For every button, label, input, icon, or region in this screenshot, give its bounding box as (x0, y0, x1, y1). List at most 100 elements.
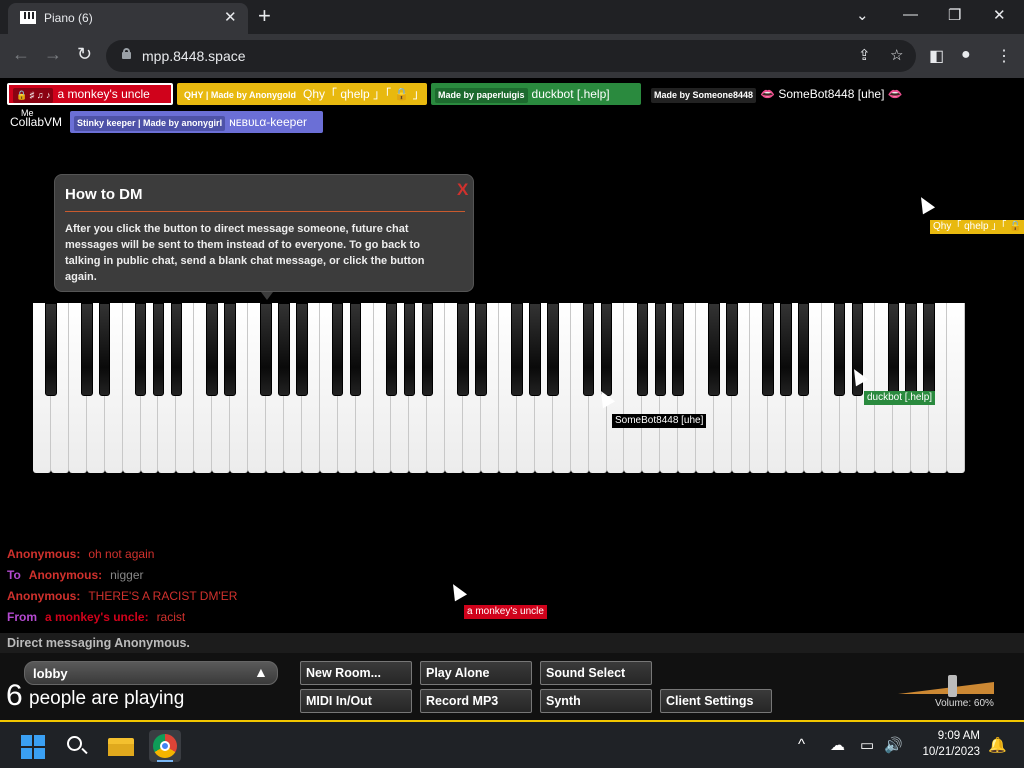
profile-icon[interactable]: ● (961, 46, 971, 64)
menu-icon[interactable]: ⋮ (996, 46, 1012, 66)
client-settings-button[interactable]: Client Settings (660, 689, 772, 713)
black-key[interactable] (260, 303, 272, 396)
black-key[interactable] (636, 303, 649, 396)
tab-search-icon[interactable]: ⌄ (856, 6, 869, 24)
lips-icon: 👄 (887, 87, 903, 101)
black-key[interactable] (349, 303, 362, 396)
black-key[interactable] (170, 303, 183, 396)
chat-text: racist (156, 610, 186, 624)
network-icon[interactable]: ▭ (860, 736, 874, 754)
black-key[interactable] (457, 303, 469, 396)
player-somebot[interactable]: Made by Someone8448 👄 SomeBot8448 [uhe] 👄 (647, 83, 917, 105)
speaker-icon[interactable]: 🔊 (884, 736, 903, 754)
black-key[interactable] (45, 303, 57, 396)
chat-name[interactable]: Anonymous: (7, 589, 80, 603)
chat-name[interactable]: Anonymous: (29, 568, 102, 582)
black-key[interactable] (529, 303, 541, 396)
expand-up-icon[interactable]: ▲ (254, 664, 268, 680)
reload-icon[interactable]: ↻ (77, 44, 92, 65)
synth-button[interactable]: Synth (540, 689, 652, 713)
cursor-arrow-icon (446, 580, 468, 602)
black-key[interactable] (152, 303, 165, 396)
black-key[interactable] (708, 303, 720, 396)
black-key[interactable] (206, 303, 218, 396)
tab-close-icon[interactable]: ✕ (224, 8, 237, 26)
black-key[interactable] (278, 303, 290, 396)
file-explorer-icon[interactable] (105, 730, 137, 762)
black-key[interactable] (600, 303, 613, 396)
browser-tab-bar: Piano (6) ✕ + ⌄ — ❐ ✕ (0, 0, 1024, 34)
minimize-icon[interactable]: — (903, 6, 918, 23)
black-key[interactable] (887, 303, 900, 396)
black-key[interactable] (296, 303, 308, 396)
black-key[interactable] (421, 303, 434, 396)
player-duckbot[interactable]: Made by paperluigis duckbot [.help] (431, 83, 641, 105)
black-key[interactable] (762, 303, 774, 396)
white-key[interactable] (947, 303, 965, 473)
volume-knob[interactable] (948, 675, 957, 697)
black-key[interactable] (726, 303, 738, 396)
black-key[interactable] (475, 303, 487, 396)
restore-icon[interactable]: ❐ (948, 6, 961, 24)
black-key[interactable] (672, 303, 684, 396)
forward-icon[interactable]: → (44, 44, 62, 65)
player-nebula[interactable]: Stinky keeper | Made by anonygirl ɴᴇʙᴜʟα-… (70, 111, 323, 133)
back-icon[interactable]: ← (12, 44, 30, 65)
room-name: lobby (33, 666, 68, 681)
side-panel-icon[interactable]: ◧ (929, 46, 944, 66)
play-alone-button[interactable]: Play Alone (420, 661, 532, 685)
black-key[interactable] (582, 303, 595, 396)
new-room-button[interactable]: New Room... (300, 661, 412, 685)
black-key[interactable] (547, 303, 559, 396)
black-key[interactable] (403, 303, 416, 396)
record-mp3-button[interactable]: Record MP3 (420, 689, 532, 713)
black-key[interactable] (780, 303, 792, 396)
chat-name[interactable]: Anonymous: (7, 547, 80, 561)
chat-name[interactable]: a monkey's uncle: (45, 610, 149, 624)
chat-message: From a monkey's uncle: racist (7, 607, 245, 628)
black-key[interactable] (331, 303, 344, 396)
windows-start-icon[interactable] (17, 730, 49, 762)
player-me[interactable]: 🔒 ♯ ♫ ♪ a monkey's uncle (7, 83, 173, 105)
tooltip-close-button[interactable]: X (457, 180, 468, 200)
piano-page: 🔒 ♯ ♫ ♪ a monkey's uncle QHY | Made by An… (0, 78, 1024, 720)
search-icon[interactable] (61, 730, 93, 762)
player-nebula-badge: Stinky keeper | Made by anonygirl (74, 116, 226, 131)
chevron-up-icon[interactable]: ^ (798, 736, 805, 753)
black-key[interactable] (81, 303, 93, 396)
volume-slider[interactable] (898, 675, 994, 697)
close-window-icon[interactable]: ✕ (993, 6, 1006, 24)
black-key[interactable] (134, 303, 147, 396)
notification-bell-icon[interactable]: 🔔 (988, 736, 1007, 754)
clock-time[interactable]: 9:09 AM (920, 730, 980, 742)
black-key[interactable] (797, 303, 810, 396)
cloud-icon[interactable]: ☁ (830, 736, 845, 754)
black-key[interactable] (98, 303, 111, 396)
clock-date[interactable]: 10/21/2023 (904, 746, 980, 758)
chat-prefix: From (7, 610, 37, 624)
black-key[interactable] (224, 303, 236, 396)
lock-icon (122, 48, 131, 59)
player-me-icons: 🔒 ♯ ♫ ♪ (13, 88, 54, 103)
player-collab[interactable]: CollabVM (10, 115, 62, 129)
black-key[interactable] (385, 303, 398, 396)
dm-status-bar: Direct messaging Anonymous. (0, 633, 1024, 653)
black-key[interactable] (923, 303, 935, 396)
black-key[interactable] (654, 303, 667, 396)
black-key[interactable] (833, 303, 846, 396)
share-icon[interactable]: ⇪ (858, 46, 871, 64)
address-bar[interactable]: mpp.8448.space ⇪ ☆ (106, 40, 916, 72)
chrome-icon[interactable] (149, 730, 181, 762)
player-qhy-name: Qhy「 qhelp 」「 🔒 」 (303, 87, 425, 101)
black-key[interactable] (511, 303, 523, 396)
browser-tab[interactable]: Piano (6) ✕ (8, 3, 248, 34)
bookmark-star-icon[interactable]: ☆ (890, 46, 903, 64)
new-tab-button[interactable]: + (258, 3, 271, 29)
midi-button[interactable]: MIDI In/Out (300, 689, 412, 713)
black-key[interactable] (905, 303, 917, 396)
player-qhy[interactable]: QHY | Made by Anonygold Qhy「 qhelp 」「 🔒 」 (177, 83, 427, 105)
room-selector[interactable]: lobby ▲ (24, 661, 278, 685)
piano-keyboard[interactable] (33, 303, 965, 473)
sound-select-button[interactable]: Sound Select (540, 661, 652, 685)
url-text: mpp.8448.space (142, 48, 246, 64)
